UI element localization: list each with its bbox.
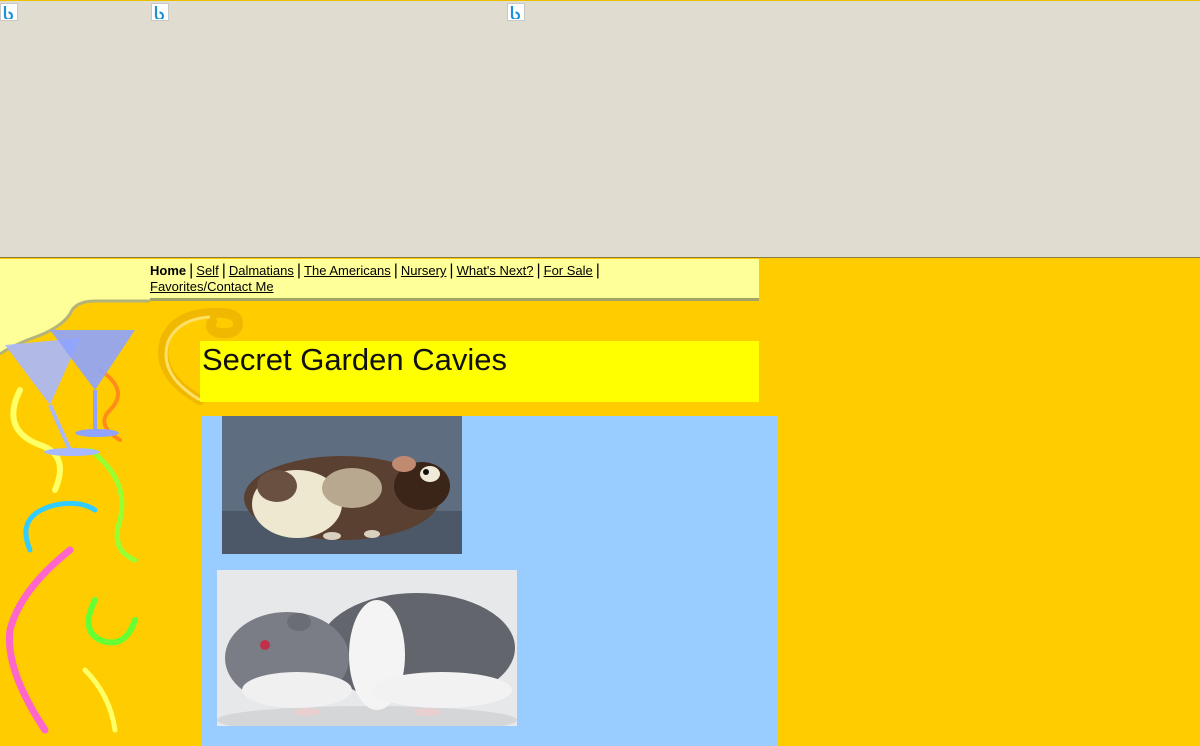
- nav-links: Home | Self | Dalmatians | The Americans | Nurse…: [150, 263, 750, 295]
- nav-item-dalmatians[interactable]: Dalmatians: [229, 263, 294, 278]
- ad-choice-icon[interactable]: [507, 3, 525, 21]
- nav-separator: |: [536, 262, 541, 279]
- ad-choice-icon[interactable]: [0, 3, 18, 21]
- nav-separator: |: [221, 262, 226, 279]
- nav-item-whats-next[interactable]: What's Next?: [457, 263, 534, 278]
- tortoiseshell-guinea-pig-photo[interactable]: [222, 416, 462, 554]
- page-title: Secret Garden Cavies: [202, 342, 507, 377]
- ad-choice-icon[interactable]: [151, 3, 169, 21]
- nav-separator: |: [296, 262, 302, 279]
- nav-item-the-americans[interactable]: The Americans: [304, 263, 391, 278]
- nav-item-for-sale[interactable]: For Sale: [544, 263, 593, 278]
- nav-separator: |: [449, 262, 454, 279]
- nav-separator: |: [393, 262, 398, 279]
- gray-white-guinea-pig-photo[interactable]: [217, 570, 517, 726]
- nav-separator: |: [595, 262, 600, 279]
- content-panel: [202, 416, 777, 746]
- party-glasses-decoration: [5, 330, 138, 734]
- ad-banner[interactable]: [0, 0, 1200, 258]
- nav-item-nursery[interactable]: Nursery: [401, 263, 447, 278]
- title-panel: Secret Garden Cavies: [200, 341, 759, 402]
